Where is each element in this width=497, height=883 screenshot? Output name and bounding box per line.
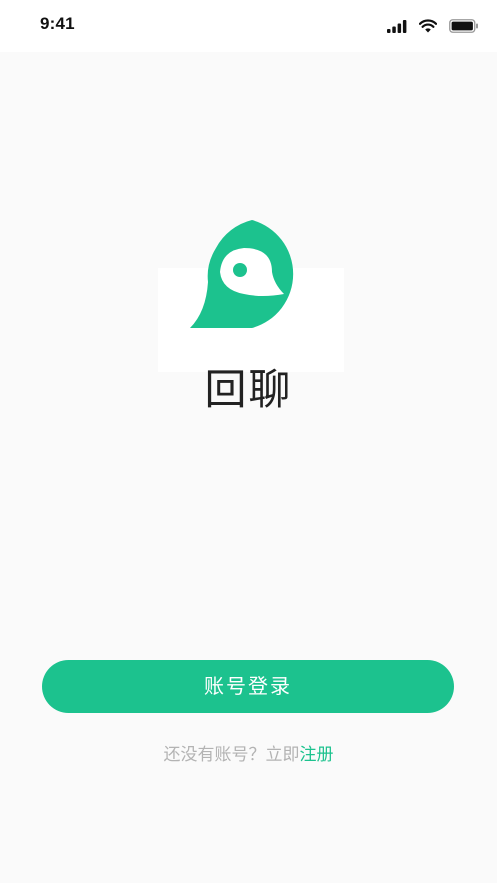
register-prompt: 还没有账号？立即注册 [0,742,497,768]
cellular-signal-icon [387,19,407,33]
chat-bubble-logo-icon [188,220,310,330]
status-icons [387,16,479,36]
login-screen: 9:41 回聊 账号登录 还没有账号？立即注册 [0,0,497,883]
register-link[interactable]: 注册 [300,745,334,765]
app-name: 回聊 [204,365,293,414]
account-login-button[interactable]: 账号登录 [42,660,454,713]
battery-icon [449,19,479,33]
wifi-icon [419,19,437,33]
status-bar: 9:41 [0,0,497,52]
register-prompt-text: 还没有账号？立即 [163,745,300,765]
status-time: 9:41 [40,14,75,33]
